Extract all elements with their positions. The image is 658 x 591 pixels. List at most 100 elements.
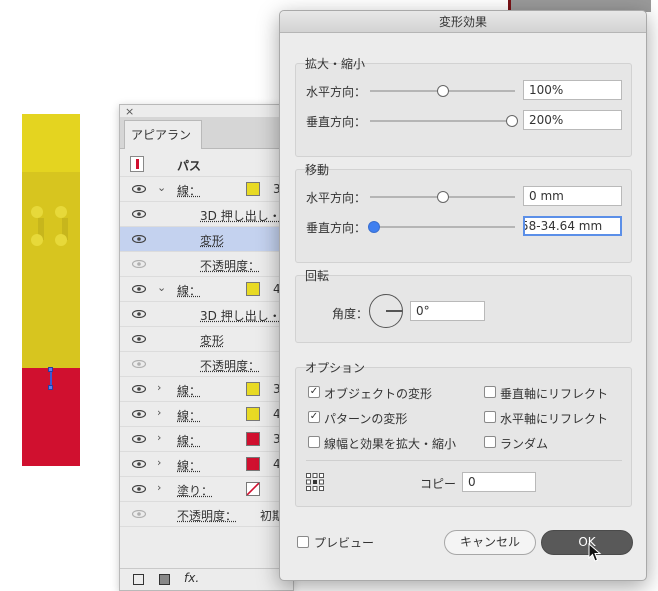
eye-icon[interactable] xyxy=(132,335,146,343)
peg-dot xyxy=(31,234,43,246)
scale-strokes-checkbox[interactable] xyxy=(308,436,320,448)
chevron-right-icon[interactable]: › xyxy=(157,456,161,469)
eye-icon[interactable] xyxy=(132,210,146,218)
row-label[interactable]: 線： xyxy=(177,182,201,199)
move-vertical-input[interactable]: 58-34.64 mm xyxy=(523,216,622,236)
fx-icon[interactable]: fx. xyxy=(184,571,199,585)
scale-horizontal-input[interactable]: 100% xyxy=(523,80,622,100)
random-checkbox[interactable] xyxy=(484,436,496,448)
row-label[interactable]: 不透明度： xyxy=(177,507,237,524)
stroke-swatch[interactable] xyxy=(246,432,260,446)
add-fill-icon[interactable] xyxy=(159,574,170,585)
no-fill-swatch[interactable] xyxy=(246,482,260,496)
move-vertical-slider[interactable] xyxy=(368,221,380,233)
scale-horizontal-label: 水平方向： xyxy=(306,85,367,99)
chevron-right-icon[interactable]: › xyxy=(157,431,161,444)
appearance-row-effect[interactable]: 変形 xyxy=(120,327,295,352)
canvas-artwork[interactable] xyxy=(22,114,80,466)
eye-icon[interactable] xyxy=(132,385,146,393)
angle-label: 角度： xyxy=(332,307,369,321)
appearance-row-stroke[interactable]: › 線： 3 xyxy=(120,377,295,402)
appearance-panel: × アピアランス パス ⌄ 線： 3 3D 押し出し・ 変形 不透明度： ⌄ 線… xyxy=(119,104,295,591)
reflect-y-label: 水平軸にリフレクト xyxy=(500,412,609,426)
copies-input[interactable]: 0 xyxy=(462,472,536,492)
eye-icon[interactable] xyxy=(132,485,146,493)
row-label[interactable]: 線： xyxy=(177,407,201,424)
appearance-row-stroke[interactable]: › 線： 4 xyxy=(120,402,295,427)
eye-icon[interactable] xyxy=(132,285,146,293)
options-divider xyxy=(306,460,622,461)
move-horizontal-slider[interactable] xyxy=(437,191,449,203)
row-label[interactable]: 線： xyxy=(177,457,201,474)
row-label[interactable]: 不透明度： xyxy=(200,257,260,274)
appearance-row-opacity[interactable]: 不透明度： 初期 xyxy=(120,502,295,527)
peg-dot xyxy=(55,234,67,246)
appearance-row-effect-selected[interactable]: 変形 xyxy=(120,227,295,252)
row-label[interactable]: 線： xyxy=(177,282,201,299)
stroke-swatch[interactable] xyxy=(246,282,260,296)
tab-appearance[interactable]: アピアランス xyxy=(124,120,202,170)
scale-horizontal-slider[interactable] xyxy=(437,85,449,97)
eye-icon[interactable] xyxy=(132,360,146,368)
chevron-right-icon[interactable]: › xyxy=(157,481,161,494)
transform-objects-checkbox[interactable]: ✓ xyxy=(308,386,320,398)
anchor-point[interactable] xyxy=(48,385,53,390)
eye-icon[interactable] xyxy=(132,235,146,243)
appearance-row-stroke[interactable]: ⌄ 線： 4 xyxy=(120,277,295,302)
eye-icon[interactable] xyxy=(132,435,146,443)
scale-vertical-track[interactable] xyxy=(370,120,515,122)
appearance-row-effect[interactable]: 3D 押し出し・ xyxy=(120,302,295,327)
chevron-right-icon[interactable]: › xyxy=(157,406,161,419)
chevron-right-icon[interactable]: › xyxy=(157,381,161,394)
eye-icon[interactable] xyxy=(132,185,146,193)
reference-point-icon[interactable] xyxy=(306,473,324,491)
panel-tabbar: アピアランス xyxy=(120,117,293,170)
copies-label: コピー xyxy=(420,477,457,491)
row-label[interactable]: 塗り： xyxy=(177,482,213,499)
appearance-row-fill[interactable]: › 塗り： xyxy=(120,477,295,502)
appearance-row-stroke[interactable]: › 線： 3 xyxy=(120,427,295,452)
row-label[interactable]: 線： xyxy=(177,382,201,399)
row-label[interactable]: 変形 xyxy=(200,332,224,349)
reflect-y-checkbox[interactable] xyxy=(484,411,496,423)
move-horizontal-input[interactable]: 0 mm xyxy=(523,186,622,206)
stroke-swatch[interactable] xyxy=(246,407,260,421)
dialog-title: 変形効果 xyxy=(280,11,646,33)
preview-checkbox[interactable] xyxy=(297,536,309,548)
stroke-swatch[interactable] xyxy=(246,457,260,471)
row-label[interactable]: 3D 押し出し・ xyxy=(200,307,281,324)
angle-input[interactable]: 0° xyxy=(410,301,485,321)
chevron-down-icon[interactable]: ⌄ xyxy=(157,181,166,194)
transform-patterns-label: パターンの変形 xyxy=(324,412,408,426)
appearance-row-stroke[interactable]: › 線： 4 xyxy=(120,452,295,477)
chevron-down-icon[interactable]: ⌄ xyxy=(157,281,166,294)
row-label[interactable]: 不透明度： xyxy=(200,357,260,374)
add-stroke-icon[interactable] xyxy=(133,574,144,585)
appearance-row-opacity[interactable]: 不透明度： xyxy=(120,252,295,277)
eye-icon[interactable] xyxy=(132,410,146,418)
row-label[interactable]: 線： xyxy=(177,432,201,449)
path-thumbnail-icon xyxy=(130,156,144,172)
eye-icon[interactable] xyxy=(132,510,146,518)
row-label[interactable]: 変形 xyxy=(200,232,224,249)
anchor-point[interactable] xyxy=(48,367,53,372)
appearance-row-stroke[interactable]: ⌄ 線： 3 xyxy=(120,177,295,202)
angle-dial-icon[interactable] xyxy=(369,294,403,328)
scale-vertical-slider[interactable] xyxy=(506,115,518,127)
scale-vertical-label: 垂直方向： xyxy=(306,115,367,129)
eye-icon[interactable] xyxy=(132,310,146,318)
cancel-button[interactable]: キャンセル xyxy=(444,530,536,555)
artwork-top-block xyxy=(22,114,80,172)
scale-vertical-input[interactable]: 200% xyxy=(523,110,622,130)
stroke-swatch[interactable] xyxy=(246,382,260,396)
appearance-row-opacity[interactable]: 不透明度： xyxy=(120,352,295,377)
eye-icon[interactable] xyxy=(132,460,146,468)
row-label[interactable]: 3D 押し出し・ xyxy=(200,207,281,224)
appearance-row-effect[interactable]: 3D 押し出し・ xyxy=(120,202,295,227)
reflect-x-checkbox[interactable] xyxy=(484,386,496,398)
eye-icon[interactable] xyxy=(132,260,146,268)
ok-button[interactable]: OK xyxy=(541,530,633,555)
stroke-swatch[interactable] xyxy=(246,182,260,196)
move-vertical-track[interactable] xyxy=(370,226,515,228)
transform-patterns-checkbox[interactable]: ✓ xyxy=(308,411,320,423)
